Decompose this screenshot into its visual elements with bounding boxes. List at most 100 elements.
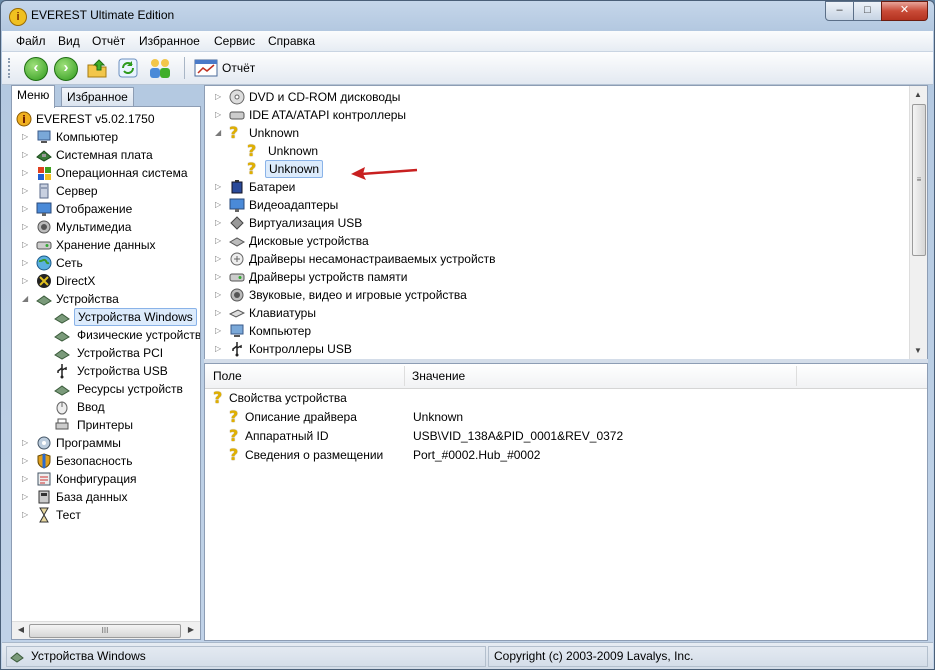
- folder-up-icon[interactable]: [86, 57, 108, 79]
- expand-icon[interactable]: ▷: [22, 151, 30, 159]
- expand-icon[interactable]: ▷: [22, 475, 30, 483]
- server-icon: [36, 183, 52, 199]
- device-tree[interactable]: ▷ DVD и CD-ROM дисководы ▷ IDE ATA/ATAPI…: [204, 85, 928, 361]
- report-icon[interactable]: [194, 57, 218, 79]
- expand-icon[interactable]: ▷: [215, 93, 223, 101]
- collapse-icon[interactable]: ◢: [22, 295, 30, 303]
- toolbar-separator: [184, 57, 185, 79]
- expand-icon[interactable]: ▷: [22, 439, 30, 447]
- globe-icon: [36, 255, 52, 271]
- driver-icon: [229, 251, 245, 267]
- expand-icon[interactable]: ▷: [22, 457, 30, 465]
- menu-service[interactable]: Сервис: [214, 34, 255, 48]
- menu-file[interactable]: Файл: [16, 34, 46, 48]
- expand-icon[interactable]: ▷: [215, 255, 223, 263]
- scroll-thumb[interactable]: ≡: [912, 104, 926, 256]
- question-mark-icon: ?: [247, 159, 257, 178]
- status-left: Устройства Windows: [6, 646, 486, 667]
- menu-report[interactable]: Отчёт: [92, 34, 125, 48]
- expand-icon[interactable]: ▷: [215, 111, 223, 119]
- question-mark-icon: ?: [229, 426, 239, 445]
- question-mark-icon: ?: [229, 123, 239, 142]
- expand-icon[interactable]: ▷: [215, 309, 223, 317]
- computer-icon: [229, 323, 245, 339]
- monitor-icon: [36, 201, 52, 217]
- tab-favorites[interactable]: Избранное: [61, 87, 134, 107]
- refresh-icon[interactable]: [117, 57, 139, 79]
- tab-menu[interactable]: Меню: [11, 85, 56, 108]
- tree-root[interactable]: i EVEREST v5.02.1750: [16, 110, 196, 128]
- column-divider[interactable]: [796, 366, 797, 386]
- expand-icon[interactable]: ▷: [22, 187, 30, 195]
- disk-drive-icon: [228, 233, 246, 249]
- toolbar-grip[interactable]: [8, 58, 13, 78]
- usb-icon: [54, 363, 70, 379]
- collapse-icon[interactable]: ◢: [215, 129, 223, 137]
- close-button[interactable]: ✕: [881, 1, 928, 21]
- expand-icon[interactable]: ▷: [215, 237, 223, 245]
- expand-icon[interactable]: ▷: [215, 219, 223, 227]
- usb-icon: [229, 341, 245, 357]
- menu-favorites[interactable]: Избранное: [139, 34, 200, 48]
- menu-help[interactable]: Справка: [268, 34, 315, 48]
- expand-icon[interactable]: ▷: [22, 133, 30, 141]
- scroll-left-icon[interactable]: ◀: [14, 624, 28, 636]
- devices-icon: [36, 291, 52, 307]
- expand-icon[interactable]: ▷: [215, 345, 223, 353]
- devices-icon: [54, 327, 70, 343]
- expand-icon[interactable]: ▷: [22, 169, 30, 177]
- left-panel: Меню Избранное i EVEREST v5.02.1750 ▷ Ко…: [5, 85, 201, 641]
- column-divider[interactable]: [404, 366, 405, 386]
- ide-controller-icon: [229, 107, 245, 123]
- storage-icon: [36, 237, 52, 253]
- config-icon: [36, 471, 52, 487]
- expand-icon[interactable]: ▷: [215, 183, 223, 191]
- scroll-up-icon[interactable]: ▲: [912, 88, 924, 102]
- column-field[interactable]: Поле: [213, 369, 242, 383]
- expand-icon[interactable]: ▷: [22, 223, 30, 231]
- expand-icon[interactable]: ▷: [215, 201, 223, 209]
- question-mark-icon: ?: [213, 388, 223, 407]
- expand-icon[interactable]: ▷: [22, 493, 30, 501]
- menu-view[interactable]: Вид: [58, 34, 80, 48]
- title-bar[interactable]: i EVEREST Ultimate Edition – □ ✕: [1, 1, 934, 31]
- back-arrow-icon[interactable]: ‹: [24, 57, 48, 81]
- navigation-tree[interactable]: i EVEREST v5.02.1750 ▷ Компьютер ▷ Систе…: [11, 106, 201, 640]
- devices-icon: [54, 309, 70, 325]
- shield-icon: [36, 453, 52, 469]
- monitor-icon: [229, 197, 245, 213]
- motherboard-icon: [36, 147, 52, 163]
- diamond-icon: [229, 215, 245, 231]
- device-tree-vertical-scrollbar[interactable]: ▲ ≡ ▼: [909, 86, 927, 360]
- app-icon: i: [9, 8, 27, 26]
- report-button-label[interactable]: Отчёт: [222, 61, 255, 75]
- speaker-icon: [229, 287, 245, 303]
- expand-icon[interactable]: ▷: [215, 327, 223, 335]
- expand-icon[interactable]: ▷: [22, 511, 30, 519]
- expand-icon[interactable]: ▷: [215, 291, 223, 299]
- users-icon[interactable]: [148, 57, 170, 79]
- windows-logo-icon: [36, 165, 52, 181]
- red-arrow-annotation: [351, 167, 418, 180]
- storage-icon: [229, 269, 245, 285]
- maximize-button[interactable]: □: [853, 1, 882, 21]
- column-value[interactable]: Значение: [412, 369, 465, 383]
- scroll-thumb[interactable]: III: [29, 624, 181, 638]
- battery-icon: [229, 179, 245, 195]
- window-title: EVEREST Ultimate Edition: [31, 8, 175, 22]
- expand-icon[interactable]: ▷: [22, 259, 30, 267]
- expand-icon[interactable]: ▷: [215, 273, 223, 281]
- expand-icon[interactable]: ▷: [22, 205, 30, 213]
- minimize-button[interactable]: –: [825, 1, 854, 21]
- status-bar: Устройства Windows Copyright (c) 2003-20…: [2, 642, 933, 669]
- scroll-right-icon[interactable]: ▶: [184, 624, 198, 636]
- toolbar: ‹ › Отчёт: [2, 52, 933, 85]
- left-horizontal-scrollbar[interactable]: ◀ III ▶: [12, 621, 200, 639]
- scroll-down-icon[interactable]: ▼: [912, 344, 924, 358]
- hourglass-icon: [36, 507, 52, 523]
- forward-arrow-icon[interactable]: ›: [54, 57, 78, 81]
- expand-icon[interactable]: ▷: [22, 241, 30, 249]
- svg-text:i: i: [22, 113, 26, 126]
- expand-icon[interactable]: ▷: [22, 277, 30, 285]
- resources-icon: [54, 381, 70, 397]
